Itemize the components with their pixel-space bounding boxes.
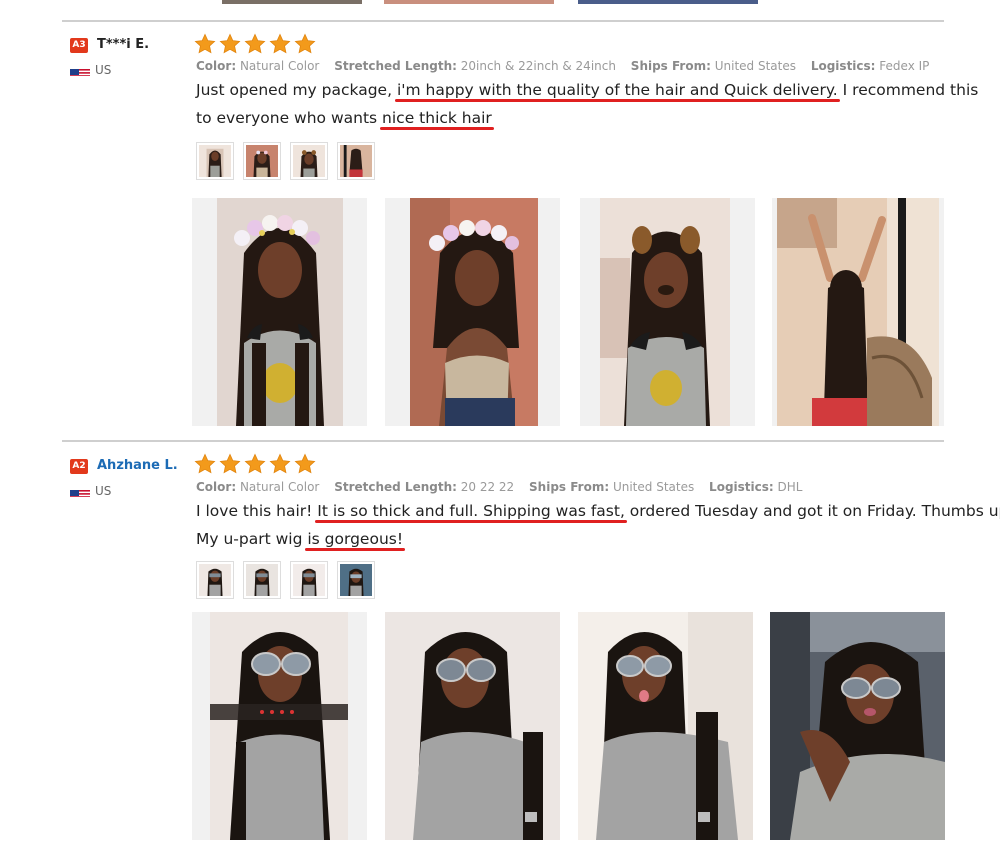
highlighted-phrase: nice thick hair — [382, 109, 492, 127]
review-photo[interactable] — [772, 198, 944, 426]
logistics-value: Fedex IP — [879, 59, 930, 73]
color-label: Color: — [196, 59, 237, 73]
review-thumbnails — [196, 142, 375, 180]
star-icon — [294, 453, 316, 474]
review-thumbnails — [196, 561, 375, 599]
review-photo[interactable] — [192, 612, 367, 840]
star-icon — [244, 453, 266, 474]
star-icon — [269, 33, 291, 54]
color-label: Color: — [196, 480, 237, 494]
reviewer-name: T***i E. — [97, 37, 150, 52]
length-value: 20 22 22 — [460, 480, 515, 494]
review-photo[interactable] — [578, 612, 753, 840]
color-value: Natural Color — [239, 480, 320, 494]
us-flag-icon — [70, 486, 90, 497]
review-text: I love this hair! It is so thick and ful… — [196, 497, 1000, 553]
review-thumbnail[interactable] — [337, 142, 375, 180]
logistics-value: DHL — [777, 480, 803, 494]
star-icon — [194, 453, 216, 474]
review-thumbnail[interactable] — [290, 561, 328, 599]
star-icon — [219, 453, 241, 474]
review-text-part: ordered Tuesday and got it on Friday. Th… — [624, 502, 1000, 520]
reviewer-country: US — [95, 484, 112, 498]
review-thumbnail[interactable] — [243, 142, 281, 180]
review-photo[interactable] — [580, 198, 755, 426]
review-thumbnail[interactable] — [196, 142, 234, 180]
review-text: Just opened my package, i'm happy with t… — [196, 76, 978, 132]
highlighted-phrase: It is so thick and full. Shipping was fa… — [317, 502, 625, 520]
review-photo[interactable] — [385, 612, 560, 840]
review-photo[interactable] — [192, 198, 367, 426]
review-thumbnail[interactable] — [337, 561, 375, 599]
review-text-part: to everyone who wants — [196, 109, 383, 127]
ships-from-value: United States — [612, 480, 695, 494]
previous-review-photos-strip — [192, 0, 758, 4]
review-thumbnail[interactable] — [243, 561, 281, 599]
review-text-part: I love this hair! — [196, 502, 318, 520]
logistics-label: Logistics: — [709, 480, 774, 494]
order-attributes: Color: Natural Color Stretched Length: 2… — [196, 480, 802, 494]
star-rating — [194, 453, 316, 475]
reviewer-country: US — [95, 63, 112, 77]
ships-from-label: Ships From: — [630, 59, 711, 73]
review-text-part: I recommend this — [837, 81, 979, 99]
highlighted-phrase: i'm happy with the quality of the hair a… — [396, 81, 838, 99]
review-text-part: My u-part wig — [196, 530, 308, 548]
ships-from-label: Ships From: — [529, 480, 610, 494]
star-icon — [194, 33, 216, 54]
highlighted-phrase: is gorgeous! — [307, 530, 404, 548]
review-photo[interactable] — [385, 198, 560, 426]
star-rating — [194, 33, 316, 55]
length-label: Stretched Length: — [334, 59, 457, 73]
length-value: 20inch & 22inch & 24inch — [460, 59, 616, 73]
logistics-label: Logistics: — [810, 59, 876, 73]
star-icon — [269, 453, 291, 474]
reviewer-name[interactable]: Ahzhane L. — [97, 458, 178, 473]
star-icon — [244, 33, 266, 54]
review-text-part: Just opened my package, — [196, 81, 397, 99]
review-thumbnail[interactable] — [196, 561, 234, 599]
ships-from-value: United States — [714, 59, 796, 73]
review-photo[interactable] — [770, 612, 945, 840]
buyer-level-badge: A2 — [70, 459, 88, 474]
color-value: Natural Color — [239, 59, 320, 73]
us-flag-icon — [70, 65, 90, 76]
star-icon — [219, 33, 241, 54]
buyer-level-badge: A3 — [70, 38, 88, 53]
review-divider — [62, 440, 944, 442]
review-divider — [62, 20, 944, 22]
order-attributes: Color: Natural Color Stretched Length: 2… — [196, 59, 929, 73]
star-icon — [294, 33, 316, 54]
review-thumbnail[interactable] — [290, 142, 328, 180]
length-label: Stretched Length: — [334, 480, 457, 494]
